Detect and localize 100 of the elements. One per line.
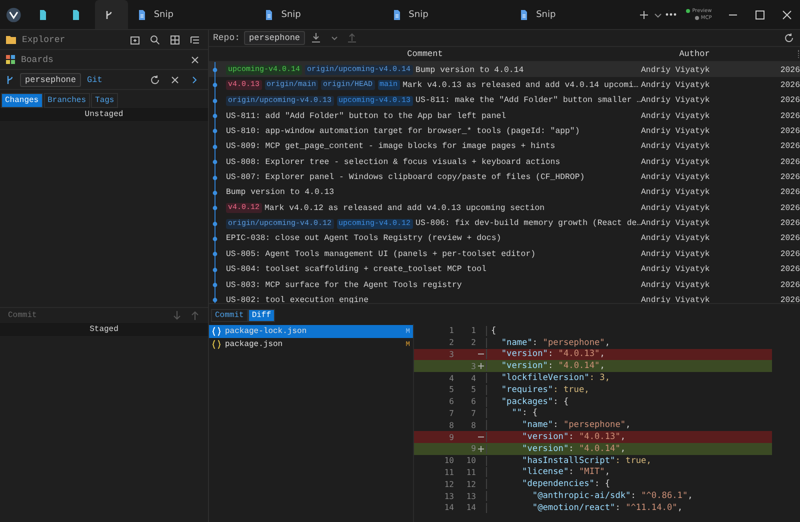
commit-message-field[interactable]: Commit: [6, 310, 166, 321]
maximize-icon: [754, 10, 765, 20]
board-icon: [6, 55, 15, 64]
panel-tab[interactable]: Branches: [44, 93, 90, 108]
column-header[interactable]: Comment: [209, 49, 641, 59]
commit-row[interactable]: US-811: add "Add Folder" button to the App bar left panel Andriy Viyatyk 2026: [209, 108, 800, 124]
commit-date: 2026: [780, 96, 800, 106]
editor-tab[interactable]: Snip: [128, 0, 256, 29]
commit-message: US-811: make the "Add Folder" button smaller …: [416, 96, 642, 106]
commit-date: 2026: [780, 173, 800, 182]
commit-message: US-811: add "Add Folder" button to the App bar left panel: [226, 112, 506, 121]
editor-tab[interactable]: Snip: [382, 0, 510, 29]
code-line: {: [486, 326, 772, 336]
commit-row[interactable]: US-809: MCP get_page_content - image blocks for image pages + hints Andriy Viyatyk 2026: [209, 138, 800, 154]
commit-date: 2026: [780, 188, 800, 198]
commit-date: 2026: [780, 219, 800, 228]
line-number: 11: [465, 468, 476, 477]
git-link[interactable]: Git: [87, 74, 102, 84]
panel-tab[interactable]: Changes: [1, 93, 43, 108]
line-number: 4: [448, 374, 454, 383]
author-name: Andriy Viyatyk: [641, 80, 711, 90]
commit-row[interactable]: US-807: Explorer panel - Windows clipboard copy/paste of files (CF_HDROP) Andriy Viyatyk 2026: [209, 170, 800, 185]
author-name: Andriy Viyatyk: [641, 126, 711, 136]
line-number: 5: [448, 385, 454, 394]
line-number: 9: [470, 444, 476, 454]
repo-label: Repo:: [213, 33, 240, 43]
author-name: Andriy Viyatyk: [641, 96, 711, 106]
repo-name: persephone: [244, 31, 306, 45]
close-icon: [782, 10, 792, 20]
commit-row[interactable]: US-808: Explorer tree - selection & focus visuals + keyboard actions Andriy Viyatyk 2026: [209, 154, 800, 170]
more-icon[interactable]: [664, 12, 678, 18]
code-line: "version": "4.0.14",: [486, 444, 772, 454]
plus-icon: [477, 444, 485, 453]
editor-tab[interactable]: Snip: [510, 0, 638, 29]
line-number: 6: [448, 397, 454, 406]
commit-message: EPIC-038: close out Agent Tools Registry (review + docs): [226, 234, 502, 244]
refresh-icon[interactable]: [782, 31, 796, 45]
commit-date: 2026: [780, 250, 800, 259]
commit-message: Mark v4.0.12 as released and add v4.0.13 upcoming section: [264, 204, 545, 213]
line-number: 10: [465, 456, 476, 466]
column-header[interactable]: Author: [641, 49, 748, 59]
code-line: "@emotion/react": "^11.14.0",: [486, 502, 772, 513]
file-name: package-lock.json: [225, 327, 308, 336]
line-number: 4: [470, 374, 476, 383]
commit-row[interactable]: EPIC-038: close out Agent Tools Registry (review + docs) Andriy Viyatyk 2026: [209, 230, 800, 246]
author-name: Andriy Viyatyk: [641, 142, 711, 152]
commit-date: 2026: [780, 204, 800, 213]
code-line: "": {: [486, 408, 772, 418]
code-line: "hasInstallScript": true,: [486, 456, 772, 466]
code-line: "lockfileVersion": 3,: [486, 373, 772, 384]
repo-name: persephone: [20, 72, 82, 86]
line-number: 8: [470, 420, 476, 430]
line-number: 3: [448, 350, 454, 359]
commit-message: Mark v4.0.13 as released and add v4.0.14 upcomi…: [402, 80, 638, 90]
code-line: "@anthropic-ai/sdk": "^0.86.1",: [486, 491, 772, 502]
author-name: Andriy Viyatyk: [641, 219, 711, 228]
commit-date: 2026: [780, 126, 800, 136]
commit-date: 2026: [780, 142, 800, 152]
line-number: 13: [443, 492, 454, 501]
commit-row[interactable]: Bump version to 4.0.13 Andriy Viyatyk 2026: [209, 184, 800, 200]
commit-date: 2026: [780, 112, 800, 121]
editor-tab[interactable]: Snip: [255, 0, 383, 29]
author-name: Andriy Viyatyk: [641, 173, 711, 182]
commit-date: 2026: [780, 234, 800, 244]
commit-date: 2026: [780, 296, 800, 303]
commit-row[interactable]: US-810: app-window automation target for browser_* tools (pageId: "app") Andriy Viyatyk 2026: [209, 123, 800, 139]
line-number: 13: [465, 492, 476, 501]
search-icon[interactable]: [148, 32, 162, 46]
refresh-icon[interactable]: [148, 72, 162, 86]
line-number: 12: [465, 480, 476, 489]
commit-date: 2026: [780, 158, 800, 167]
commit-row[interactable]: US-804: toolset scaffolding + create_toolset MCP tool Andriy Viyatyk 2026: [209, 262, 800, 278]
view-tab[interactable]: Commit: [211, 309, 248, 322]
panel-tab[interactable]: Tags: [91, 93, 118, 108]
line-number: 7: [448, 408, 454, 418]
commit-message: US-810: app-window automation target for browser_* tools (pageId: "app"): [226, 126, 580, 136]
code-line: "packages": {: [486, 396, 772, 407]
folder-icon: [6, 35, 16, 44]
author-name: Andriy Viyatyk: [641, 265, 711, 274]
commit-message: Bump version to 4.0.14: [416, 66, 524, 74]
commit-row[interactable]: US-803: MCP surface for the Agent Tools registry Andriy Viyatyk 2026: [209, 277, 800, 292]
commit-row[interactable]: US-805: Agent Tools management UI (panels + per-toolset editor) Andriy Viyatyk 2026: [209, 246, 800, 262]
app-logo-icon: [6, 7, 22, 23]
commit-message: US-807: Explorer panel - Windows clipboard copy/paste of files (CF_HDROP): [226, 173, 585, 182]
code-line: "dependencies": {: [486, 479, 772, 490]
author-name: Andriy Viyatyk: [641, 188, 711, 198]
grid-icon[interactable]: [168, 32, 182, 46]
commit-date: 2026: [780, 80, 800, 90]
code-line: "license": "MIT",: [486, 467, 772, 478]
line-number: 7: [470, 408, 476, 418]
author-name: Andriy Viyatyk: [641, 234, 711, 244]
commit-message: Bump version to 4.0.13: [226, 188, 334, 198]
section-header: Unstaged: [0, 108, 208, 121]
line-number: 2: [448, 338, 454, 348]
author-name: Andriy Viyatyk: [641, 158, 711, 167]
view-tab[interactable]: Diff: [248, 309, 276, 322]
json-file-icon: [212, 340, 221, 349]
json-file-icon: [212, 327, 221, 336]
commit-message: US-806: fix dev-build memory growth (React de…: [416, 219, 642, 228]
commit-message: US-809: MCP get_page_content - image blocks for image pages + hints: [226, 142, 556, 152]
